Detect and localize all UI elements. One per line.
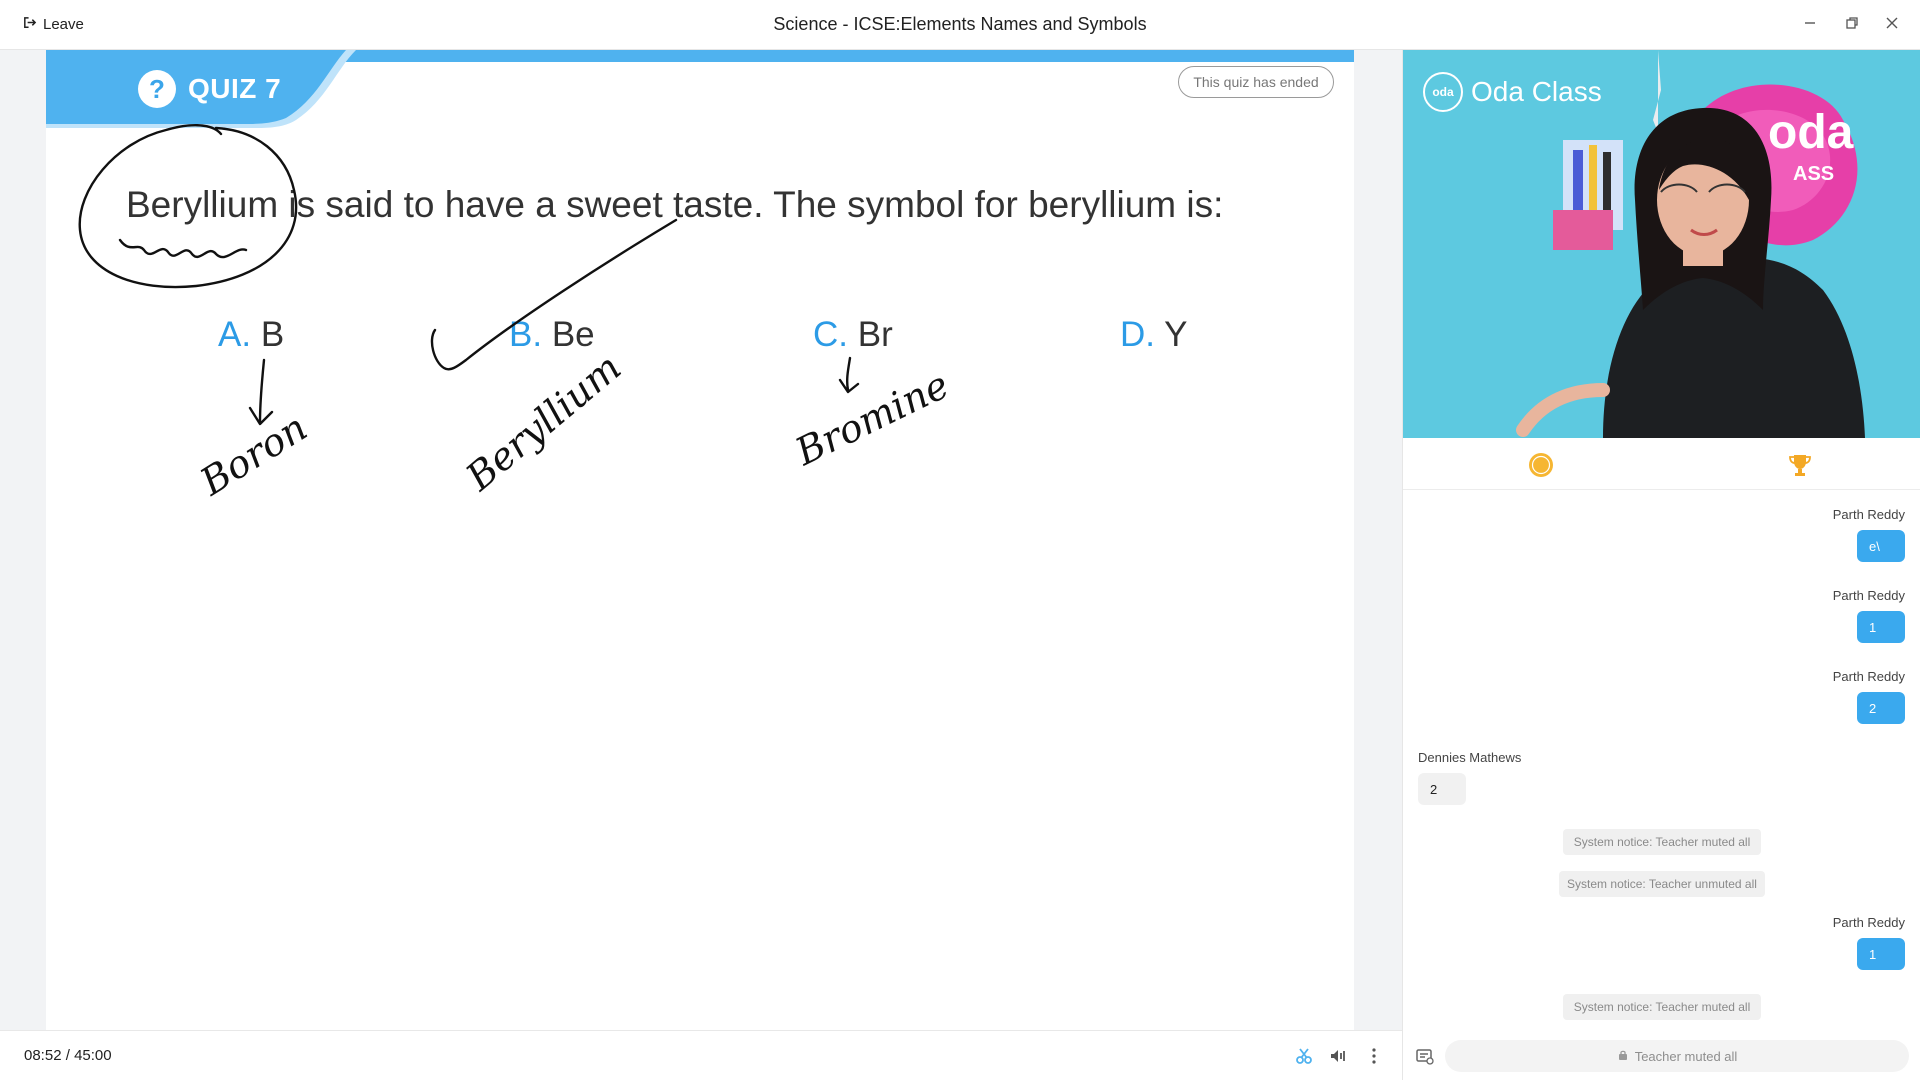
side-panel: oda ASS oda Oda Class Parth Reddy e\ Par… [1402, 50, 1920, 1080]
clip-icon[interactable] [1294, 1046, 1314, 1066]
system-notice: System notice: Teacher unmuted all [1559, 871, 1765, 897]
ink-arrow-c [838, 356, 860, 394]
brand-watermark: oda Oda Class [1423, 72, 1602, 112]
side-tabs [1403, 438, 1920, 490]
backdrop-subtext: ASS [1793, 163, 1834, 185]
title-bar: Leave Science - ICSE:Elements Names and … [0, 0, 1920, 50]
chat-bubble-own: 2 [1857, 692, 1905, 724]
option-text: Y [1164, 315, 1188, 354]
playback-time: 08:52 / 45:00 [24, 1047, 112, 1064]
chat-sender: Parth Reddy [1832, 588, 1905, 603]
close-icon[interactable] [1884, 15, 1900, 31]
chat-bubble-own: 1 [1857, 938, 1905, 970]
quiz-status-pill: This quiz has ended [1178, 66, 1334, 98]
total-time: 45:00 [74, 1047, 112, 1064]
option-text: Be [551, 315, 595, 354]
annotation-boron: Boron [192, 405, 315, 504]
teacher-video: oda ASS oda Oda Class [1403, 50, 1920, 438]
time-separator: / [65, 1047, 70, 1064]
question-mark-icon: ? [138, 70, 176, 108]
chat-bubble-own: 1 [1857, 611, 1905, 643]
chat-bubble-own: e\ [1857, 530, 1905, 562]
system-notice: System notice: Teacher muted all [1563, 829, 1761, 855]
restore-icon[interactable] [1844, 15, 1860, 31]
option-letter: B. [509, 315, 543, 354]
oda-coin-icon[interactable] [1528, 452, 1554, 478]
question-text: Beryllium is said to have a sweet taste.… [126, 184, 1224, 225]
trophy-icon[interactable] [1787, 452, 1813, 478]
quiz-title: QUIZ 7 [188, 73, 282, 104]
window-title: Science - ICSE:Elements Names and Symbol… [773, 14, 1147, 34]
elapsed-time: 08:52 [24, 1047, 62, 1064]
ink-arrow-a [248, 358, 274, 426]
option-b[interactable]: B. Be [509, 315, 595, 355]
oda-logo-icon: oda [1423, 72, 1463, 112]
lock-icon [1617, 1049, 1629, 1064]
backdrop-text: oda [1768, 106, 1854, 159]
more-icon[interactable] [1364, 1046, 1384, 1066]
leave-button[interactable]: Leave [22, 15, 84, 34]
quiz-stage: ? QUIZ 7 This quiz has ended Beryllium i… [46, 50, 1354, 1030]
chat-sender: Parth Reddy [1832, 507, 1905, 522]
option-c[interactable]: C. Br [813, 315, 893, 355]
option-letter: A. [218, 315, 252, 354]
option-letter: C. [813, 315, 848, 354]
option-text: Br [857, 315, 893, 354]
annotation-beryllium: Beryllium [457, 345, 630, 499]
chat-bubble-other: 2 [1418, 773, 1466, 805]
chat-list: Parth Reddy e\ Parth Reddy 1 Parth Reddy… [1403, 490, 1920, 1075]
system-notice: System notice: Teacher muted all [1563, 994, 1761, 1020]
option-d[interactable]: D. Y [1120, 315, 1187, 355]
chat-sender: Dennies Mathews [1418, 750, 1522, 765]
option-letter: D. [1120, 315, 1155, 354]
leave-icon [22, 15, 37, 34]
chat-sender: Parth Reddy [1832, 915, 1905, 930]
chat-input[interactable]: Teacher muted all [1445, 1040, 1909, 1072]
option-text: B [260, 315, 285, 354]
quiz-badge: ? QUIZ 7 [138, 70, 281, 108]
player-bar: 08:52 / 45:00 [0, 1030, 1402, 1080]
chat-settings-icon[interactable] [1415, 1046, 1435, 1066]
brand-name: Oda Class [1471, 76, 1602, 107]
leave-label: Leave [43, 16, 84, 33]
chat-sender: Parth Reddy [1832, 669, 1905, 684]
annotation-bromine: Bromine [788, 362, 956, 474]
volume-icon[interactable] [1328, 1046, 1348, 1066]
minimize-icon[interactable] [1802, 15, 1818, 31]
option-a[interactable]: A. B [218, 315, 284, 355]
ink-squiggle [118, 238, 248, 259]
chat-input-placeholder: Teacher muted all [1634, 1048, 1738, 1064]
